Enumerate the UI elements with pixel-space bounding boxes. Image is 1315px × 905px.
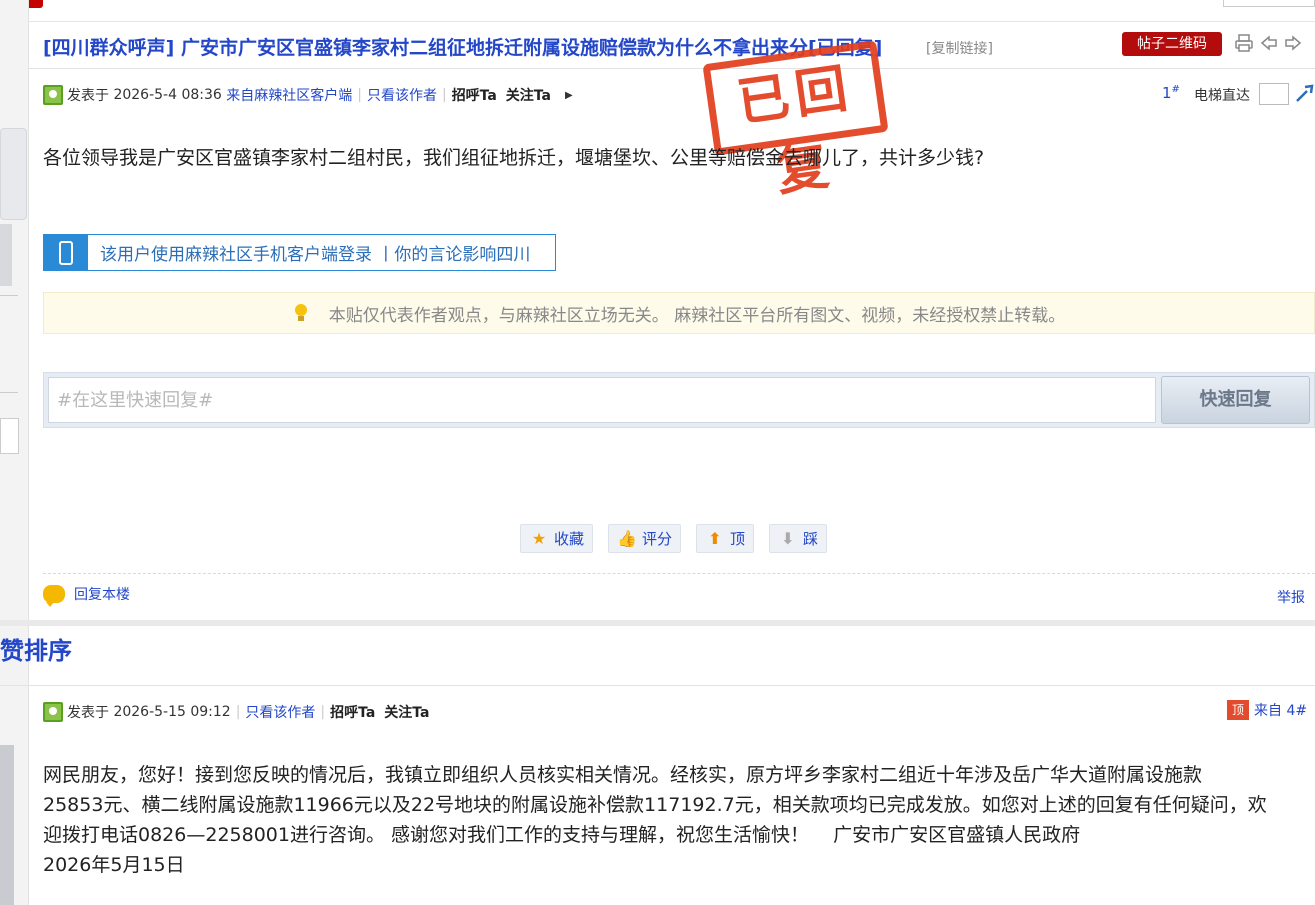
posted-prefix: 发表于	[67, 88, 109, 104]
separator: |	[441, 87, 447, 103]
elevator-go-icon[interactable]	[1295, 83, 1315, 107]
sidebar-divider	[0, 392, 18, 393]
reply-floor-link[interactable]: 回复本楼	[43, 584, 130, 607]
follow-link[interactable]: 关注Ta	[506, 85, 551, 105]
reply-body-line: 网民朋友，您好！接到您反映的情况后，我镇立即组织人员核实相关情况。经核实，原方坪…	[43, 764, 1203, 786]
sidebar-avatar-card[interactable]	[0, 128, 27, 220]
previous-thread-icon[interactable]	[1259, 34, 1279, 54]
print-icon[interactable]	[1234, 34, 1254, 54]
next-thread-icon[interactable]	[1283, 34, 1303, 54]
post-body: 各位领导我是广安区官盛镇李家村二组村民，我们组征地拆迁，堰塘堡坎、公里等赔偿金去…	[43, 147, 985, 169]
top-strip	[0, 0, 1315, 22]
client-source-link[interactable]: 来自麻辣社区客户端	[226, 85, 352, 105]
sidebar-avatar-image	[0, 224, 12, 286]
floor-number-value: 1	[1162, 84, 1172, 102]
lightbulb-icon	[293, 304, 309, 322]
sidebar-box[interactable]	[0, 418, 19, 454]
mobile-phone-icon	[44, 235, 88, 270]
separator: |	[357, 87, 362, 103]
from-floor-label: 来自 4#	[1254, 703, 1308, 719]
copy-link[interactable]: [复制链接]	[926, 38, 993, 58]
mobile-client-notice[interactable]: 该用户使用麻辣社区手机客户端登录 丨你的言论影响四川	[43, 234, 556, 271]
upvote-label: 顶	[730, 530, 746, 548]
post-header: 发表于 2026-5-4 08:36 来自麻辣社区客户端 | 只看该作者 | 招…	[43, 85, 573, 105]
top-search-input[interactable]	[1223, 0, 1315, 7]
posted-prefix: 发表于	[67, 705, 109, 721]
reply-body-line: 迎拨打电话0826—2258001进行咨询。 感谢您对我们工作的支持与理解，祝您…	[43, 824, 1081, 846]
reply-post-body: 网民朋友，您好！接到您反映的情况后，我镇立即组织人员核实相关情况。经核实，原方坪…	[43, 760, 1315, 880]
rate-label: 评分	[642, 530, 673, 548]
greet-link[interactable]: 招呼Ta	[452, 85, 497, 105]
from-floor-link[interactable]: 顶 来自 4#	[1227, 700, 1307, 720]
speech-bubble-icon	[43, 585, 65, 607]
qr-code-button[interactable]: 帖子二维码	[1122, 32, 1222, 56]
disclaimer-text: 本贴仅代表作者观点，与麻辣社区立场无关。 麻辣社区平台所有图文、视频，未经授权禁…	[328, 305, 1066, 326]
separator: |	[235, 704, 241, 720]
expand-arrow-icon[interactable]: ▶	[565, 90, 573, 101]
section-divider	[0, 620, 1315, 626]
reply-post-header: 发表于 2026-5-15 09:12 | 只看该作者 | 招呼Ta 关注Ta	[43, 702, 429, 722]
downvote-button[interactable]: ⬇ 踩	[769, 524, 828, 553]
post-date: 2026-5-15 09:12	[113, 704, 231, 720]
only-author-link[interactable]: 只看该作者	[367, 85, 437, 105]
mobile-notice-text: 该用户使用麻辣社区手机客户端登录 丨你的言论影响四川	[100, 245, 531, 265]
post-date: 2026-5-4 08:36	[113, 87, 222, 103]
favorite-button[interactable]: ★ 收藏	[520, 524, 594, 553]
disclaimer-notice: 本贴仅代表作者观点，与麻辣社区立场无关。 麻辣社区平台所有图文、视频，未经授权禁…	[43, 292, 1315, 334]
report-link[interactable]: 举报	[1277, 587, 1305, 607]
section-line	[0, 685, 1315, 686]
rate-button[interactable]: 👍 评分	[608, 524, 682, 553]
reply-body-line: 25853元、横二线附属设施款11966元以及22号地块的附属设施补偿款1171…	[43, 794, 1267, 816]
sidebar-avatar-image-2	[0, 745, 14, 905]
reply-body-line: 2026年5月15日	[43, 854, 185, 876]
separator: |	[320, 704, 326, 720]
arrow-up-icon: ⬆	[708, 528, 722, 548]
top-badge-icon: 顶	[1227, 700, 1249, 720]
user-online-icon	[43, 702, 63, 722]
greet-link[interactable]: 招呼Ta	[330, 702, 375, 722]
reply-floor-label: 回复本楼	[74, 587, 130, 603]
downvote-label: 踩	[803, 530, 819, 548]
upvote-button[interactable]: ⬆ 顶	[696, 524, 755, 553]
arrow-down-icon: ⬇	[781, 528, 795, 548]
floor-number[interactable]: 1#	[1162, 84, 1180, 102]
favorite-label: 收藏	[554, 530, 585, 548]
quick-reply-input[interactable]	[48, 377, 1156, 423]
sidebar-divider	[0, 295, 18, 296]
only-author-link[interactable]: 只看该作者	[245, 702, 315, 722]
sort-title: 赞排序	[0, 637, 72, 665]
star-icon: ★	[531, 528, 547, 548]
follow-link[interactable]: 关注Ta	[384, 702, 429, 722]
user-online-icon	[43, 85, 63, 105]
post-footer-divider	[43, 573, 1315, 574]
quick-reply-button[interactable]: 快速回复	[1161, 376, 1310, 424]
elevator-label: 电梯直达	[1194, 88, 1250, 104]
elevator-input[interactable]	[1259, 83, 1289, 105]
thumbs-up-icon: 👍	[617, 528, 637, 548]
